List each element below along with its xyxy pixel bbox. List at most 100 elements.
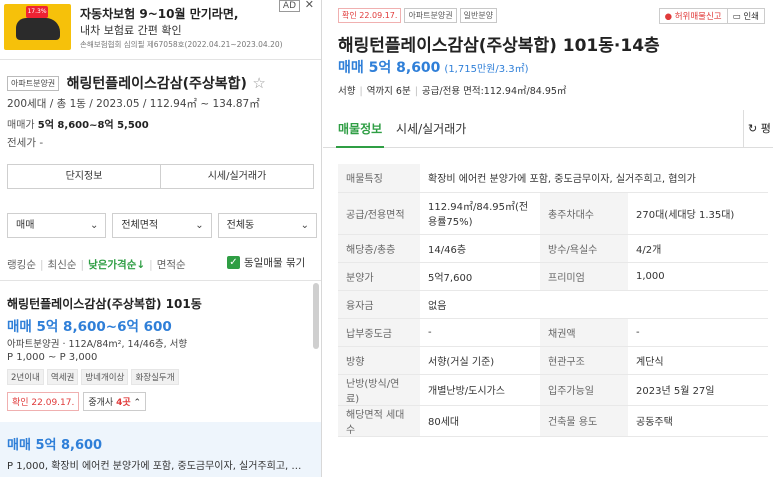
- complex-title: 해링턴플레이스감삼(주상복합): [66, 76, 247, 92]
- sort-separator: |: [80, 259, 85, 271]
- item-price: 매매 5억 8,600~6억 600: [7, 319, 172, 335]
- confirm-badge: 확인 22.09.17.: [338, 8, 402, 23]
- group-same-label: 동일매물 묶기: [244, 257, 306, 269]
- table-cell: 4/2개: [628, 234, 768, 263]
- chevron-down-icon: ⌄: [195, 220, 204, 231]
- star-icon[interactable]: ☆: [252, 74, 265, 92]
- building-select[interactable]: 전체동 ⌄: [217, 213, 317, 238]
- trade-type-value: 매매: [16, 220, 35, 231]
- table-header: 건축물 용도: [540, 405, 628, 437]
- sort-latest[interactable]: 최신순: [48, 259, 77, 271]
- table-cell: 270대(세대당 1.35대): [628, 192, 768, 235]
- tab-price-info[interactable]: 시세/실거래가: [396, 120, 466, 137]
- table-cell: 확장비 에어컨 분양가에 포함, 중도금무이자, 실거주희고, 협의가: [420, 164, 768, 193]
- table-cell: 서향(거실 기준): [420, 346, 540, 375]
- info-separator: |: [414, 86, 418, 97]
- table-header: 입주가능일: [540, 374, 628, 406]
- item-tags: 2년이내 역세권 방네개이상 화장실두개: [7, 369, 179, 385]
- item-price: 매매 5억 8,600: [7, 438, 103, 453]
- detail-tags: 확인 22.09.17. 아파트분양권 일반분양: [338, 8, 498, 23]
- list-item-selected[interactable]: 매매 5억 8,600 P 1,000, 확장비 에어컨 분양가에 포함, 중도…: [0, 422, 321, 477]
- table-row: 납부중도금 - 채권액 -: [338, 318, 768, 347]
- item-tag: 2년이내: [7, 369, 44, 385]
- agent-count: 4곳: [116, 398, 131, 408]
- list-item[interactable]: 해링턴플레이스감삼(주상복합) 101동 매매 5억 8,600~6억 600 …: [0, 282, 321, 422]
- table-cell: 5억7,600: [420, 262, 540, 291]
- complex-info-button[interactable]: 단지정보: [8, 165, 161, 188]
- item-tag: 역세권: [46, 369, 79, 385]
- ad-thumbnail[interactable]: 17.3%: [4, 4, 71, 50]
- agent-toggle-button[interactable]: 중개사 4곳 ⌃: [83, 392, 147, 411]
- detail-tabs: 매물정보 시세/실거래가 ↻ 평: [323, 110, 773, 148]
- sale-type-tag: 일반분양: [459, 8, 498, 23]
- table-header: 분양가: [338, 262, 420, 291]
- detail-actions: ● 허위매물신고 ▭ 인쇄: [658, 8, 765, 24]
- unit-toggle-button[interactable]: ↻ 평: [743, 110, 773, 148]
- table-header: 채권액: [540, 318, 628, 347]
- chevron-up-icon: ⌃: [133, 398, 142, 408]
- price-info-button[interactable]: 시세/실거래가: [161, 165, 313, 188]
- sale-price-range: 매매가 5억 8,600~8억 5,500: [7, 116, 149, 131]
- ad-thumb-badge: 17.3%: [26, 6, 48, 18]
- table-cell: 계단식: [628, 346, 768, 375]
- scrollbar[interactable]: [313, 283, 319, 349]
- ad-title[interactable]: 자동차보험 9~10월 만기라면,: [80, 5, 238, 22]
- checkbox-checked-icon[interactable]: ✓: [227, 256, 240, 269]
- siren-icon: ●: [664, 12, 672, 22]
- sort-low-price[interactable]: 낮은가격순↓: [88, 259, 145, 271]
- divider: [0, 280, 321, 281]
- detail-table: 매물특징 확장비 에어컨 분양가에 포함, 중도금무이자, 실거주희고, 협의가…: [338, 164, 768, 437]
- area-info: 공급/전용 면적:112.94㎡/84.95㎡: [421, 86, 567, 97]
- item-premium: P 1,000 ~ P 3,000: [7, 352, 98, 363]
- detail-title: 해링턴플레이스감삼(주상복합) 101동·14층: [338, 36, 660, 56]
- unit-price: (1,715만원/3.3㎡): [444, 64, 529, 75]
- sort-area[interactable]: 면적순: [157, 259, 186, 271]
- area-select[interactable]: 전체면적 ⌄: [112, 213, 212, 238]
- type-tag: 아파트분양권: [7, 76, 60, 91]
- chevron-down-icon: ⌄: [89, 220, 99, 231]
- chevron-down-icon: ⌄: [300, 220, 309, 231]
- close-icon[interactable]: ✕: [305, 0, 314, 11]
- table-cell: 80세대: [420, 405, 540, 437]
- table-row: 융자금 없음: [338, 290, 768, 319]
- car-icon: [16, 18, 60, 40]
- table-cell: -: [628, 318, 768, 347]
- detail-info: 서향 | 역까지 6분 | 공급/전용 면적:112.94㎡/84.95㎡: [338, 83, 566, 97]
- table-header: 방수/욕실수: [540, 234, 628, 263]
- direction: 서향: [338, 86, 356, 97]
- table-row: 난방(방식/연료) 개별난방/도시가스 입주가능일 2023년 5월 27일: [338, 374, 768, 406]
- print-label: 인쇄: [743, 12, 759, 22]
- table-header: 현관구조: [540, 346, 628, 375]
- table-header: 매물특징: [338, 164, 420, 193]
- table-row: 해당층/총층 14/46층 방수/욕실수 4/2개: [338, 234, 768, 263]
- ad-tag: AD: [278, 0, 300, 12]
- table-cell: 1,000: [628, 262, 768, 291]
- area-value: 전체면적: [121, 220, 159, 231]
- tab-listing-info[interactable]: 매물정보: [335, 120, 385, 148]
- listing-panel: 17.3% 자동차보험 9~10월 만기라면, 내차 보험료 간편 확인 손해보…: [0, 0, 322, 477]
- complex-buttons: 단지정보 시세/실거래가: [7, 164, 314, 189]
- detail-price-value: 매매 5억 8,600: [338, 60, 441, 76]
- ad-subtitle[interactable]: 내차 보험료 간편 확인: [80, 22, 182, 38]
- sort-bar: 랭킹순 | 최신순 | 낮은가격순↓ | 면적순 ✓ 동일매물 묶기: [7, 255, 317, 272]
- table-header: 방향: [338, 346, 420, 375]
- trade-type-select[interactable]: 매매 ⌄: [7, 213, 107, 238]
- sort-separator: |: [39, 259, 44, 271]
- item-desc: 아파트분양권 · 112A/84m², 14/46층, 서향: [7, 339, 188, 350]
- table-cell: 없음: [420, 290, 768, 319]
- item-tag: 화장실두개: [131, 369, 179, 385]
- station-distance: 역까지 6분: [366, 86, 411, 97]
- table-header: 해당층/총층: [338, 234, 420, 263]
- table-header: 프리미엄: [540, 262, 628, 291]
- sort-ranking[interactable]: 랭킹순: [7, 259, 36, 271]
- info-separator: |: [359, 86, 363, 97]
- table-cell: 개별난방/도시가스: [420, 374, 540, 406]
- table-cell: 공동주택: [628, 405, 768, 437]
- group-same-checkbox[interactable]: ✓ 동일매물 묶기: [227, 255, 305, 270]
- table-cell: -: [420, 318, 540, 347]
- ad-banner[interactable]: 17.3% 자동차보험 9~10월 만기라면, 내차 보험료 간편 확인 손해보…: [0, 0, 321, 60]
- print-button[interactable]: ▭ 인쇄: [728, 9, 764, 23]
- report-button[interactable]: ● 허위매물신고: [660, 9, 728, 23]
- detail-price: 매매 5억 8,600 (1,715만원/3.3㎡): [338, 57, 529, 77]
- table-cell: 14/46층: [420, 234, 540, 263]
